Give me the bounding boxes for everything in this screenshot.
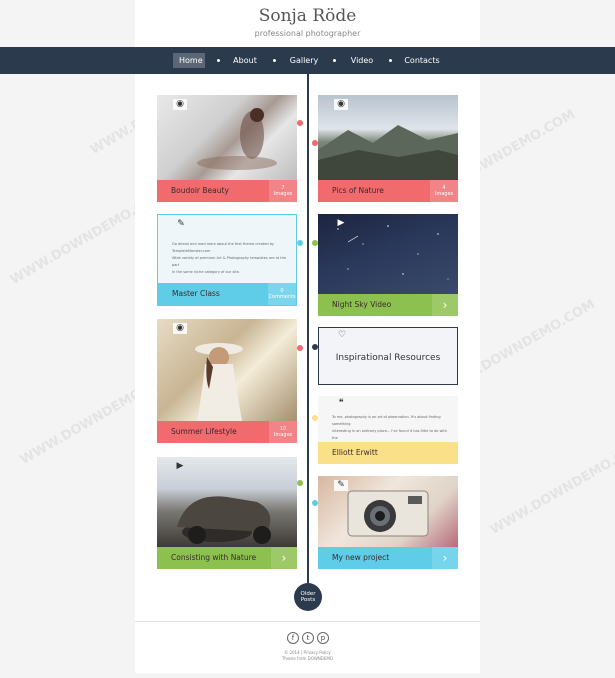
video-icon: ▶ [337,218,345,228]
comment-count: 0 Comments [268,283,296,305]
post-bar: Pics of Nature 4 Images [318,180,458,202]
nav-gallery[interactable]: Gallery [288,53,320,68]
chevron-right-icon[interactable]: › [432,547,458,569]
post-bar: Summer Lifestyle 10 Images [157,421,297,443]
older-posts-line2: Posts [300,597,316,603]
post-quote[interactable]: ❝ To me, photography is an art of observ… [318,396,458,464]
post-pics-of-nature[interactable]: ◉ Pics of Nature 4 Images [318,95,458,202]
heart-icon: ♡ [337,330,347,340]
nav-home[interactable]: Home [173,53,205,68]
post-title[interactable]: Inspirational Resources [319,353,457,363]
post-title[interactable]: Boudoir Beauty [171,180,229,202]
post-bar: Elliott Erwitt [318,442,458,464]
excerpt-line: In the same niche category of our site. [172,270,240,274]
quote-line: To me, photography is an art of observat… [332,415,441,426]
excerpt-line: Go ahead and read more about the first t… [172,242,275,253]
woman-with-hat-image [195,343,243,421]
post-excerpt: Go ahead and read more about the first t… [172,241,286,276]
nav-separator [273,59,276,62]
camera-icon: ◉ [173,323,187,334]
post-title[interactable]: My new project [332,547,389,569]
timeline-connector [297,120,303,126]
timeline-connector [297,480,303,486]
quote-line: interesting in an ordinary place... I've… [332,429,447,440]
main-nav: Home About Gallery Video Contacts [0,47,615,74]
quote-icon: ❝ [338,398,344,408]
timeline-connector [312,140,318,146]
post-summer-lifestyle[interactable]: ◉ Summer Lifestyle 10 Images [157,319,297,443]
facebook-icon[interactable]: f [287,632,299,644]
footer-divider [135,621,480,622]
site-subtitle: professional photographer [254,29,361,38]
chevron-right-icon[interactable]: › [432,294,458,316]
post-night-sky-video[interactable]: ▶ Night Sky Video › [318,214,458,316]
post-bar: Consisting with Nature › [157,547,297,569]
camera-icon: ◉ [334,99,348,110]
post-image [157,319,297,421]
post-boudoir-beauty[interactable]: ◉ Boudoir Beauty 7 Images [157,95,297,202]
pencil-icon: ✎ [334,480,348,491]
post-my-new-project[interactable]: ✎ My new project › [318,476,458,569]
post-inspirational-resources[interactable]: ♡ Inspirational Resources [318,327,458,385]
post-title[interactable]: Consisting with Nature [171,547,256,569]
post-bar: Boudoir Beauty 7 Images [157,180,297,202]
count-unit: Images [273,191,293,197]
nav-separator [333,59,336,62]
timeline-connector [297,345,303,351]
watermark-7: WWW.DOWNDEMO.COM [488,437,615,538]
nav-separator [217,59,220,62]
count-unit: Images [434,191,454,197]
nav-contacts[interactable]: Contacts [403,53,441,68]
copyright: © 2014 | Privacy Policy Theme from DOWND… [0,650,615,662]
timeline-connector [312,415,318,421]
count-unit: Comments [268,294,296,300]
image-count: 7 Images [269,180,297,202]
credit-text: Theme from DOWNDEMO [281,656,334,661]
older-posts-button[interactable]: Older Posts [294,583,322,611]
video-icon: ▶ [176,461,184,471]
post-title[interactable]: Master Class [172,283,220,305]
nav-separator [389,59,392,62]
post-master-class[interactable]: ✎ Go ahead and read more about the first… [157,214,297,306]
timeline-connector [312,240,318,246]
excerpt-line: Wide variety of premium Art & Photograph… [172,256,286,267]
timeline-connector [312,500,318,506]
quote-author[interactable]: Elliott Erwitt [332,442,378,464]
twitter-icon[interactable]: t [302,632,314,644]
post-consisting-with-nature[interactable]: ▶ Consisting with Nature › [157,457,297,569]
nav-video[interactable]: Video [346,53,378,68]
nav-about[interactable]: About [229,53,261,68]
post-title[interactable]: Night Sky Video [332,294,391,316]
chevron-right-icon[interactable]: › [271,547,297,569]
timeline-connector [312,344,318,350]
post-bar: Night Sky Video › [318,294,458,316]
pinterest-icon[interactable]: p [317,632,329,644]
image-count: 10 Images [269,421,297,443]
timeline-connector [297,240,303,246]
site-title[interactable]: Sonja Röde [0,6,615,26]
post-title[interactable]: Pics of Nature [332,180,384,202]
pencil-icon: ✎ [177,219,185,229]
post-bar: My new project › [318,547,458,569]
image-count: 4 Images [430,180,458,202]
camera-icon: ◉ [173,99,187,110]
post-title[interactable]: Summer Lifestyle [171,421,237,443]
timeline-line [307,74,309,584]
count-unit: Images [273,432,293,438]
post-bar: Master Class 0 Comments [158,283,296,305]
